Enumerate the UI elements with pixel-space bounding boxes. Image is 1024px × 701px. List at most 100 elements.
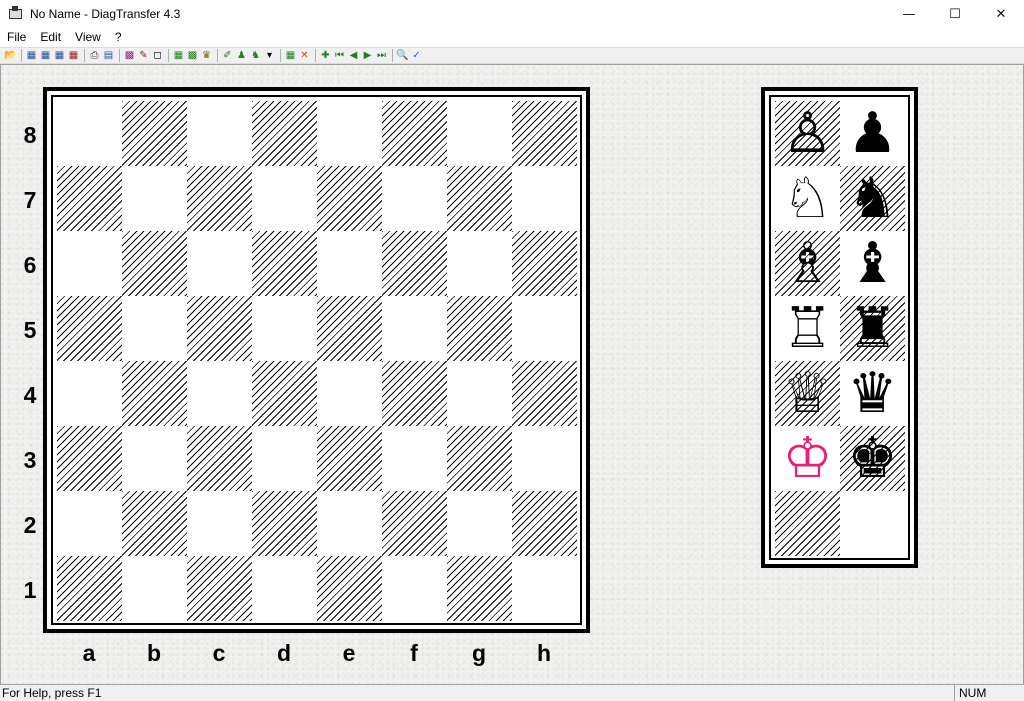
board-square-f6[interactable]: [382, 231, 447, 296]
board-square-g3[interactable]: [447, 426, 512, 491]
board-square-f2[interactable]: [382, 491, 447, 556]
palette-white-king[interactable]: ♔: [775, 426, 840, 491]
board-square-d8[interactable]: [252, 101, 317, 166]
board-square-e4[interactable]: [317, 361, 382, 426]
board-square-c5[interactable]: [187, 296, 252, 361]
menu-edit[interactable]: Edit: [33, 28, 68, 47]
crown-icon[interactable]: ♛: [200, 49, 213, 62]
board-square-e3[interactable]: [317, 426, 382, 491]
board-square-c8[interactable]: [187, 101, 252, 166]
menu-help[interactable]: ?: [108, 28, 129, 47]
pen-icon[interactable]: ✐: [221, 49, 234, 62]
board-square-a4[interactable]: [57, 361, 122, 426]
board-square-b3[interactable]: [122, 426, 187, 491]
grid-icon[interactable]: ▦: [172, 49, 185, 62]
print-icon[interactable]: ⎙: [88, 49, 101, 62]
palette-white-queen[interactable]: ♕: [775, 361, 840, 426]
board-square-e1[interactable]: [317, 556, 382, 621]
board-square-b1[interactable]: [122, 556, 187, 621]
zoom-icon[interactable]: 🔍: [396, 49, 409, 62]
palette-black-queen[interactable]: ♛: [840, 361, 905, 426]
board-square-e8[interactable]: [317, 101, 382, 166]
pieces-dropdown-icon[interactable]: ♞: [249, 49, 262, 62]
last-icon[interactable]: ⏭: [375, 49, 388, 62]
board-square-h7[interactable]: [512, 166, 577, 231]
app-icon[interactable]: [8, 6, 24, 22]
add-icon[interactable]: ✚: [319, 49, 332, 62]
board-square-f5[interactable]: [382, 296, 447, 361]
board-square-g5[interactable]: [447, 296, 512, 361]
minimize-button[interactable]: —: [886, 0, 932, 28]
menu-file[interactable]: File: [0, 28, 33, 47]
board-square-a1[interactable]: [57, 556, 122, 621]
clear-icon[interactable]: ✕: [298, 49, 311, 62]
dropdown-arrow-icon[interactable]: ▾: [263, 49, 276, 62]
print-preview-icon[interactable]: ▤: [102, 49, 115, 62]
next-icon[interactable]: ▶: [361, 49, 374, 62]
board-square-e5[interactable]: [317, 296, 382, 361]
palette-black-bishop[interactable]: ♝: [840, 231, 905, 296]
edit-board-icon[interactable]: ✎: [137, 49, 150, 62]
board-square-b2[interactable]: [122, 491, 187, 556]
palette-white-bishop[interactable]: ♗: [775, 231, 840, 296]
maximize-button[interactable]: ☐: [932, 0, 978, 28]
new-board-icon[interactable]: ▦: [284, 49, 297, 62]
board-square-h8[interactable]: [512, 101, 577, 166]
board-square-h2[interactable]: [512, 491, 577, 556]
board-square-d6[interactable]: [252, 231, 317, 296]
palette-black-king[interactable]: ♚: [840, 426, 905, 491]
diagram-type3-icon[interactable]: ▦: [53, 49, 66, 62]
board-square-f4[interactable]: [382, 361, 447, 426]
board-square-f8[interactable]: [382, 101, 447, 166]
board-square-h1[interactable]: [512, 556, 577, 621]
palette-light-square[interactable]: [840, 491, 905, 556]
board-setup-icon[interactable]: ▩: [123, 49, 136, 62]
board-square-a5[interactable]: [57, 296, 122, 361]
palette-white-rook[interactable]: ♖: [775, 296, 840, 361]
prev-icon[interactable]: ◀: [347, 49, 360, 62]
board-square-h6[interactable]: [512, 231, 577, 296]
board-square-b8[interactable]: [122, 101, 187, 166]
board-square-b4[interactable]: [122, 361, 187, 426]
checker-icon[interactable]: ▩: [186, 49, 199, 62]
board-square-g4[interactable]: [447, 361, 512, 426]
board-square-d2[interactable]: [252, 491, 317, 556]
board-square-e6[interactable]: [317, 231, 382, 296]
board-square-d7[interactable]: [252, 166, 317, 231]
board-square-a2[interactable]: [57, 491, 122, 556]
board-square-g7[interactable]: [447, 166, 512, 231]
board-square-h5[interactable]: [512, 296, 577, 361]
board-square-b7[interactable]: [122, 166, 187, 231]
menu-view[interactable]: View: [68, 28, 108, 47]
board-square-c3[interactable]: [187, 426, 252, 491]
board-square-d4[interactable]: [252, 361, 317, 426]
board-square-c4[interactable]: [187, 361, 252, 426]
palette-black-pawn[interactable]: ♟: [840, 101, 905, 166]
board-square-f7[interactable]: [382, 166, 447, 231]
board-square-e7[interactable]: [317, 166, 382, 231]
board-square-g2[interactable]: [447, 491, 512, 556]
board-square-b6[interactable]: [122, 231, 187, 296]
first-icon[interactable]: ⏮: [333, 49, 346, 62]
board-square-f1[interactable]: [382, 556, 447, 621]
board-square-d5[interactable]: [252, 296, 317, 361]
board-square-c7[interactable]: [187, 166, 252, 231]
diagram-type1-icon[interactable]: ▦: [25, 49, 38, 62]
palette-black-knight[interactable]: ♞: [840, 166, 905, 231]
board-square-a7[interactable]: [57, 166, 122, 231]
board-square-b5[interactable]: [122, 296, 187, 361]
board-square-c2[interactable]: [187, 491, 252, 556]
board-square-e2[interactable]: [317, 491, 382, 556]
board-square-a8[interactable]: [57, 101, 122, 166]
open-icon[interactable]: 📂: [4, 49, 17, 62]
diagram-type2-icon[interactable]: ▦: [39, 49, 52, 62]
board-square-a3[interactable]: [57, 426, 122, 491]
palette-empty-square[interactable]: [775, 491, 840, 556]
palette-black-rook[interactable]: ♜: [840, 296, 905, 361]
board-square-a6[interactable]: [57, 231, 122, 296]
board-square-f3[interactable]: [382, 426, 447, 491]
board-square-g6[interactable]: [447, 231, 512, 296]
person-icon[interactable]: ♟: [235, 49, 248, 62]
frame-icon[interactable]: ◻: [151, 49, 164, 62]
board-square-d3[interactable]: [252, 426, 317, 491]
